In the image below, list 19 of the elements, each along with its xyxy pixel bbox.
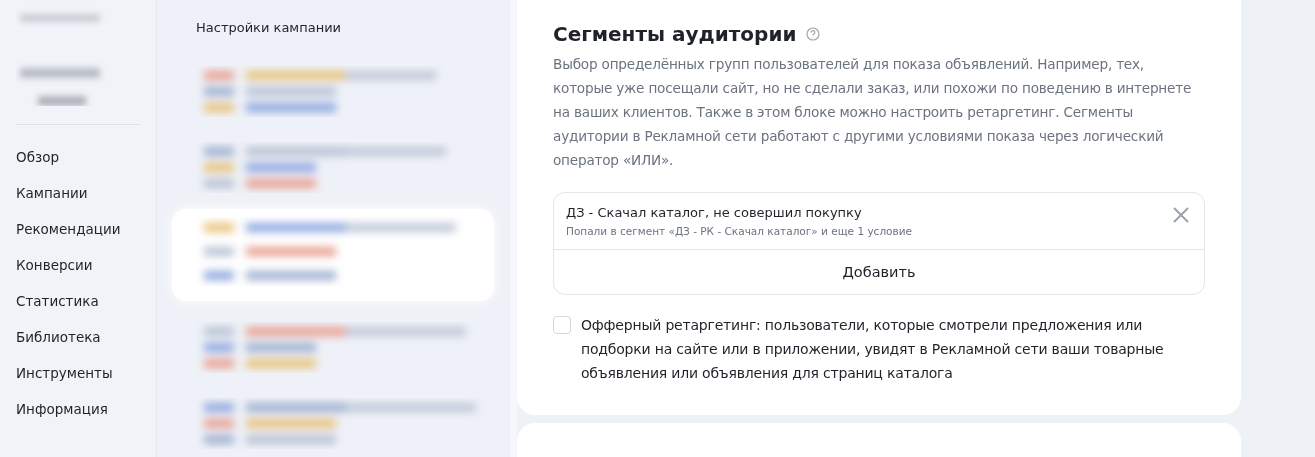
segment-name: ДЗ - Скачал каталог, не совершил покупку [566, 205, 863, 220]
nav-link[interactable]: Статистика [16, 283, 140, 319]
add-button[interactable]: Добавить [554, 250, 1204, 294]
segment-detail: Попали в сегмент «ДЗ - РК - Скачал каталог» и еще 1 условие [566, 225, 913, 237]
section-title: Сегменты аудитории [553, 22, 797, 46]
nav-link[interactable]: Кампании [16, 175, 140, 211]
nav-link[interactable]: Обзор [16, 139, 140, 175]
help-icon[interactable] [806, 27, 821, 41]
nav-link[interactable]: Конверсии [16, 247, 140, 283]
section-heading: Настройки кампании [195, 20, 343, 35]
section-description: Выбор определённых групп пользователей для показа объявлений. Например, тех, которые уже посещали сайт, но не сделали заказ, или похожи по поведению в интернете на ваших клиентов. Также в этом блоке можно настроить ретаргетинг. Сегменты аудитории в Рекламной сети работают с другими условиями показа через логический оператор «ИЛИ». [553, 55, 1193, 170]
checkbox[interactable] [553, 316, 571, 334]
nav-link[interactable]: Библиотека [16, 319, 140, 355]
nav-link[interactable]: Информация [16, 391, 140, 427]
nav-link[interactable]: Инструменты [16, 355, 140, 391]
checkbox-label: Офферный ретаргетинг: пользователи, которые смотрели предложения или подборки на сайте или в приложении, увидят в Рекламной сети ваши товарные объявления или объявления для страниц каталога [581, 316, 1165, 383]
nav-link[interactable]: Рекомендации [16, 211, 140, 247]
close-button[interactable] [1172, 206, 1190, 224]
campaign-item[interactable] [172, 209, 494, 301]
